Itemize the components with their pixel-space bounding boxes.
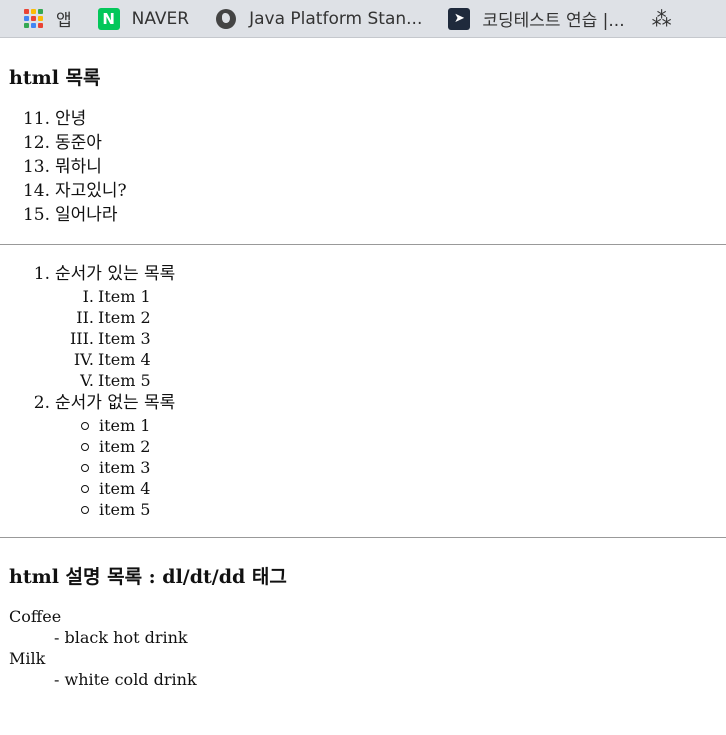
list-item: V. Item 5: [80, 371, 151, 390]
list-item: item 4: [9, 478, 717, 499]
bookmark-java-platform[interactable]: Java Platform Stan...: [215, 8, 422, 30]
sublist-container: I. Item 1 II. Item 2 III. Item 3 IV. Item 4 …: [9, 286, 717, 391]
list-item: item 1: [9, 415, 717, 436]
list-item: item 3: [9, 457, 717, 478]
bookmark-label: Java Platform Stan...: [249, 8, 423, 29]
circle-bullet-icon: [81, 463, 89, 472]
section-title-description-list: html 설명 목록 : dl/dt/dd 태그: [9, 566, 287, 588]
list-item: II. Item 2: [76, 308, 151, 327]
sublist-container: item 1 item 2 item 3 item 4 item 5: [9, 415, 717, 520]
list-item: 13. 뭐하니: [22, 157, 102, 177]
description-list: Coffee - black hot drink Milk - white co…: [9, 606, 717, 690]
globe-icon: [215, 8, 237, 30]
list-item: item 2: [9, 436, 717, 457]
list-item-unordered: 2. 순서가 없는 목록: [33, 393, 176, 413]
list-item: item 5: [9, 499, 717, 520]
bookmark-apps[interactable]: 앱: [22, 6, 72, 31]
apps-grid-icon: [22, 8, 44, 30]
roman-sublist: I. Item 1 II. Item 2 III. Item 3 IV. Item 4 …: [9, 286, 717, 391]
circle-bullet-icon: [81, 442, 89, 451]
bookmark-coding-test[interactable]: ➤ 코딩테스트 연습 |...: [448, 6, 625, 31]
term: Coffee: [9, 607, 62, 626]
bookmark-label: 앱: [56, 11, 72, 31]
divider: [0, 244, 726, 245]
list-item: IV. Item 4: [73, 350, 151, 369]
list-item: I. Item 1: [82, 287, 151, 306]
list-item-ordered: 1. 순서가 있는 목록: [33, 264, 176, 284]
circle-bullet-icon: [81, 421, 89, 430]
bookmark-label: NAVER: [131, 8, 190, 29]
list-item: 11. 안녕: [22, 109, 87, 129]
bookmark-tree[interactable]: ⁂: [651, 6, 685, 31]
nested-list: 1. 순서가 있는 목록 I. Item 1 II. Item 2 III. Item …: [9, 262, 717, 520]
list-item: III. Item 3: [69, 329, 151, 348]
circle-sublist: item 1 item 2 item 3 item 4 item 5: [9, 415, 717, 520]
ordered-list-start-11: 11. 안녕 12. 동준아 13. 뭐하니 14. 자고있니? 15. 일어나라: [9, 107, 717, 227]
list-item: 14. 자고있니?: [22, 181, 127, 201]
code-icon: ➤: [448, 7, 471, 30]
divider: [0, 537, 726, 538]
page-content: html 목록 11. 안녕 12. 동준아 13. 뭐하니 14. 자고있니? 15.…: [0, 63, 726, 690]
term: Milk: [9, 649, 46, 668]
circle-bullet-icon: [81, 505, 89, 514]
tree-icon: ⁂: [651, 6, 672, 31]
circle-bullet-icon: [81, 484, 89, 493]
bookmark-naver[interactable]: N NAVER: [97, 7, 190, 30]
bookmark-label: 코딩테스트 연습 |...: [482, 11, 625, 31]
description: - black hot drink: [54, 628, 188, 647]
section-title-lists: html 목록: [9, 67, 101, 89]
bookmarks-bar: 앱 N NAVER Java Platform Stan... ➤ 코딩테스트 …: [0, 0, 726, 38]
list-item: 15. 일어나라: [22, 205, 118, 225]
list-item: 12. 동준아: [22, 133, 102, 153]
description: - white cold drink: [54, 670, 197, 689]
naver-icon: N: [97, 7, 120, 30]
